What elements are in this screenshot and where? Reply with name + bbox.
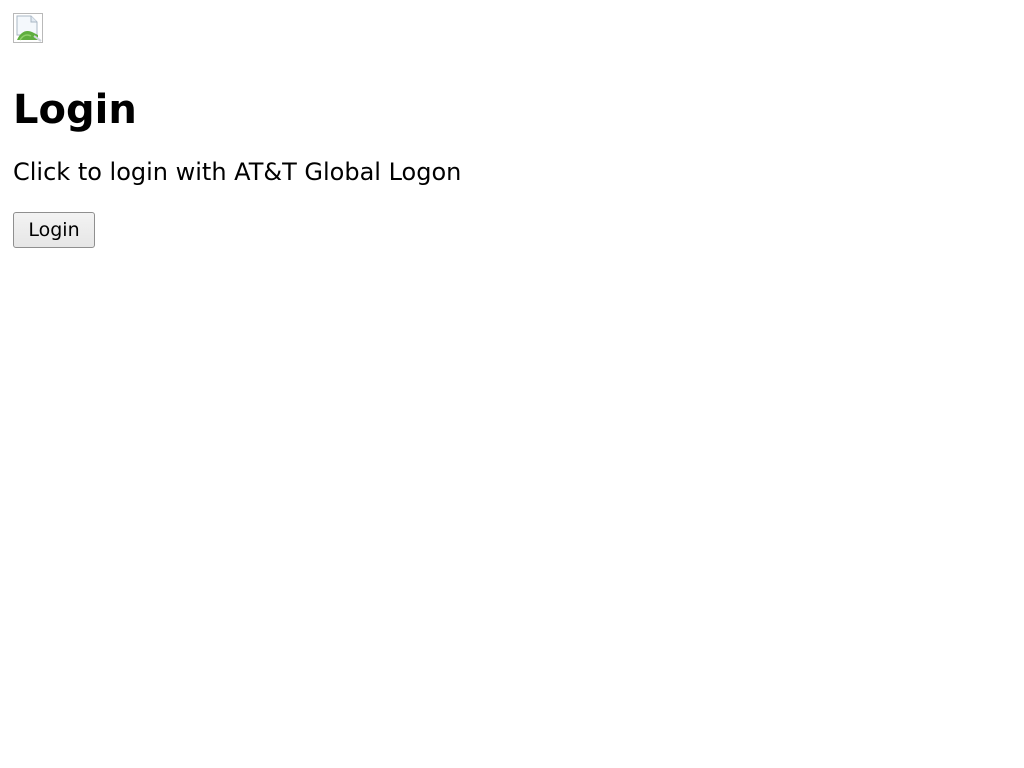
login-instruction-text: Click to login with AT&T Global Logon	[13, 158, 462, 186]
login-button[interactable]: Login	[13, 212, 95, 248]
broken-image-icon	[13, 13, 43, 43]
login-page: Login Click to login with AT&T Global Lo…	[0, 0, 1024, 768]
page-title: Login	[13, 87, 137, 133]
